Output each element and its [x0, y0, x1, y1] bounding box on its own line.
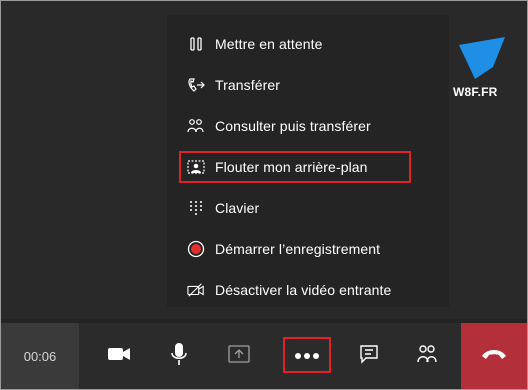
camera-button[interactable]	[97, 323, 141, 389]
menu-item-label: Transférer	[215, 77, 281, 93]
blur-background-icon	[187, 158, 205, 176]
menu-item-transfer[interactable]: Transférer	[167, 70, 449, 100]
participants-button[interactable]	[405, 323, 449, 389]
call-window: Mettre en attente Transférer Consulter p…	[0, 0, 528, 390]
chat-icon	[359, 344, 379, 369]
menu-item-start-recording[interactable]: Démarrer l’enregistrement	[167, 234, 449, 264]
more-actions-menu: Mettre en attente Transférer Consulter p…	[167, 15, 449, 307]
menu-item-label: Consulter puis transférer	[215, 118, 371, 134]
hang-up-button[interactable]	[461, 323, 527, 389]
participants-icon	[416, 344, 438, 369]
menu-item-hold[interactable]: Mettre en attente	[167, 29, 449, 59]
menu-item-label: Flouter mon arrière-plan	[215, 159, 368, 175]
microphone-icon	[170, 342, 188, 371]
transfer-phone-icon	[187, 76, 205, 94]
more-actions-button[interactable]	[285, 323, 329, 389]
menu-item-disable-incoming-video[interactable]: Désactiver la vidéo entrante	[167, 275, 449, 305]
menu-item-label: Clavier	[215, 200, 260, 216]
call-toolbar: 00:06	[1, 323, 527, 389]
menu-item-label: Mettre en attente	[215, 36, 323, 52]
menu-item-label: Désactiver la vidéo entrante	[215, 282, 392, 298]
pause-icon	[187, 35, 205, 53]
menu-item-dialpad[interactable]: Clavier	[167, 193, 449, 223]
record-icon	[187, 240, 205, 258]
dialpad-icon	[187, 199, 205, 217]
share-screen-button[interactable]	[217, 323, 261, 389]
people-icon	[187, 117, 205, 135]
chat-button[interactable]	[347, 323, 391, 389]
menu-item-consult-transfer[interactable]: Consulter puis transférer	[167, 111, 449, 141]
menu-item-label: Démarrer l’enregistrement	[215, 241, 381, 257]
logo-text: W8F.FR	[453, 85, 498, 99]
video-off-icon	[187, 281, 205, 299]
camera-icon	[107, 346, 131, 367]
call-timer: 00:06	[1, 323, 79, 389]
menu-item-blur-background[interactable]: Flouter mon arrière-plan	[167, 152, 449, 182]
more-actions-icon	[294, 347, 320, 365]
microphone-button[interactable]	[157, 323, 201, 389]
hang-up-icon	[481, 347, 507, 365]
share-screen-icon	[228, 344, 250, 368]
